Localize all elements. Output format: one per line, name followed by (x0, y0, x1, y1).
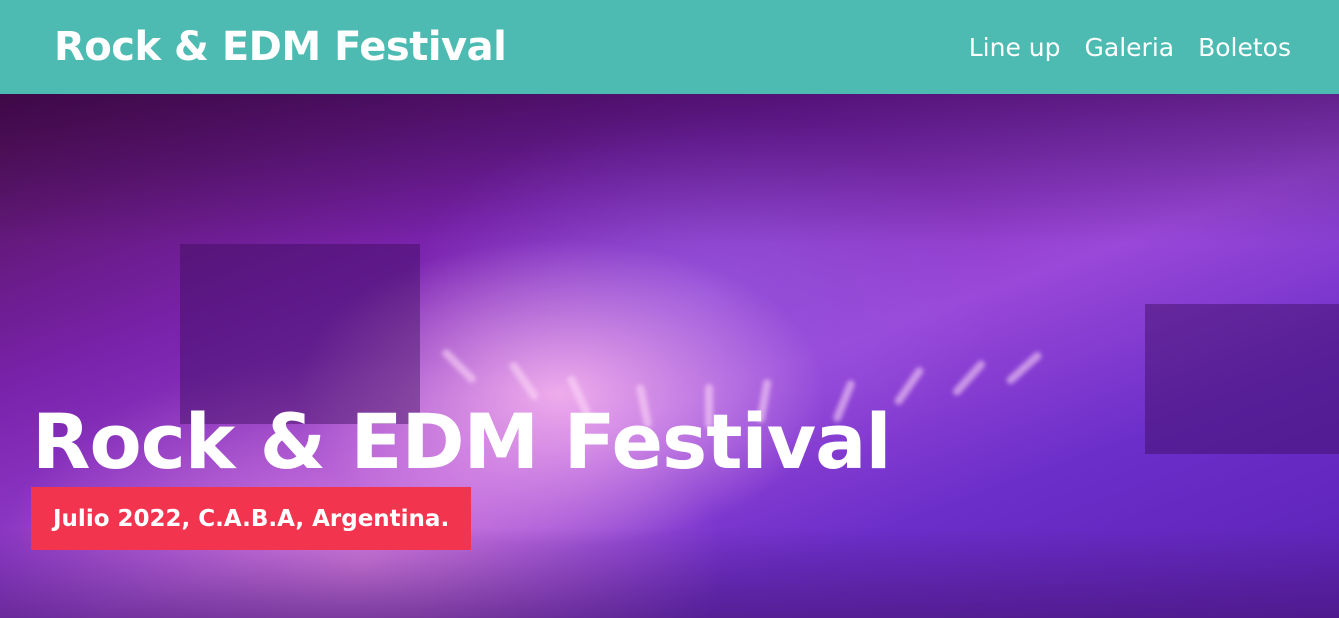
stage-light (508, 360, 540, 402)
main-nav: Line up Galeria Boletos (969, 33, 1291, 62)
nav-link-galeria[interactable]: Galeria (1085, 33, 1175, 62)
nav-link-boletos[interactable]: Boletos (1198, 33, 1291, 62)
speaker-right (1145, 304, 1339, 454)
stage-light (893, 365, 925, 407)
stage-light (951, 358, 987, 398)
hero-title: Rock & EDM Festival (32, 397, 891, 486)
site-header: Rock & EDM Festival Line up Galeria Bole… (0, 0, 1339, 94)
stage-light (1004, 350, 1044, 386)
nav-link-line-up[interactable]: Line up (969, 33, 1061, 62)
event-date-badge: Julio 2022, C.A.B.A, Argentina. (31, 487, 472, 550)
stage-light (440, 347, 478, 385)
site-logo[interactable]: Rock & EDM Festival (54, 24, 507, 70)
stage-truss (0, 94, 1339, 244)
